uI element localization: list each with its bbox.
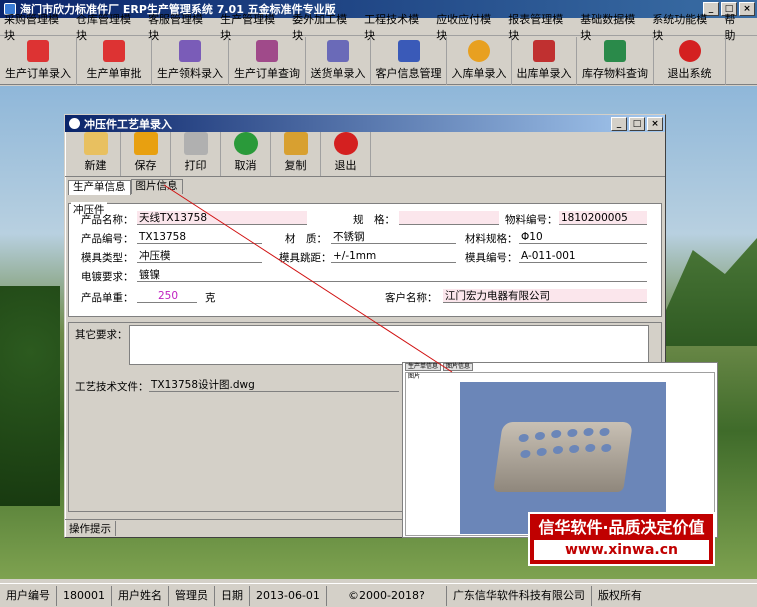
toolbar-inventory-query-button[interactable]: 库存物料查询 <box>577 37 654 85</box>
tab-strip: 生产单信息 图片信息 <box>65 179 665 195</box>
pdf-icon <box>103 40 125 62</box>
tab-image-info[interactable]: 图片信息 <box>130 179 183 194</box>
menu-bar: 采购管理模块 仓库管理模块 客服管理模块 生产管理模块 委外加工模块 工程技术模… <box>0 13 757 42</box>
other-requirements-label: 其它要求： <box>75 329 128 341</box>
status-hint: 操作提示 <box>65 521 116 536</box>
cancel-button[interactable]: 取消 <box>221 132 271 176</box>
toolbar-approval-button[interactable]: 生产单审批 <box>77 37 152 85</box>
copy-button[interactable]: 复制 <box>271 132 321 176</box>
other-requirements-textarea[interactable] <box>129 325 649 365</box>
weight-label: 产品单重： <box>81 292 134 304</box>
date-value: 2013-06-01 <box>250 585 327 606</box>
folder-icon <box>283 132 308 155</box>
save-button[interactable]: 保存 <box>121 132 171 176</box>
mold-distance-label: 模具跳距： <box>279 252 332 264</box>
user-name-value: 管理员 <box>169 585 215 606</box>
child-close-button[interactable]: × <box>647 117 663 131</box>
mold-type-field[interactable]: 冲压模 <box>137 249 262 263</box>
main-status-bar: 用户编号 180001 用户姓名 管理员 日期 2013-06-01 ©2000… <box>0 583 757 607</box>
refresh-icon <box>233 132 258 155</box>
toolbar-material-entry-button[interactable]: 生产领料录入 <box>152 37 229 85</box>
mountain-scenery <box>650 238 757 346</box>
feather-icon <box>327 40 349 62</box>
print-button[interactable]: 打印 <box>171 132 221 176</box>
notepad-icon <box>83 132 108 155</box>
toolbar-stock-in-button[interactable]: 入库单录入 <box>447 37 512 85</box>
child-toolbar: 新建 保存 打印 取消 复制 退出 <box>65 132 665 177</box>
material-spec-label: 材料规格： <box>465 233 518 245</box>
product-name-label: 产品名称： <box>81 214 134 226</box>
popup-image-label: 图片 <box>408 373 421 380</box>
child-title: 冲压件工艺单录入 <box>84 117 172 131</box>
tech-file-label: 工艺技术文件： <box>75 381 149 393</box>
feather-icon <box>604 40 626 62</box>
mold-type-label: 模具类型： <box>81 252 134 264</box>
feather-icon <box>256 40 278 62</box>
tech-file-field[interactable]: TX13758设计图.dwg <box>149 378 399 392</box>
user-no-value: 180001 <box>57 585 112 606</box>
spec-field[interactable] <box>399 211 499 225</box>
tab-production-info[interactable]: 生产单信息 <box>68 180 131 195</box>
feather-icon <box>533 40 555 62</box>
feather-icon <box>179 40 201 62</box>
toolbar-customer-info-button[interactable]: 客户信息管理 <box>371 37 447 85</box>
mold-distance-field[interactable]: +/-1mm <box>331 249 456 263</box>
plating-field[interactable]: 镀镍 <box>137 268 647 282</box>
date-label: 日期 <box>215 585 250 606</box>
new-button[interactable]: 新建 <box>71 132 121 176</box>
material-field[interactable]: 不锈钢 <box>331 230 456 244</box>
child-title-bar: 冲压件工艺单录入 _ □ × <box>65 115 665 132</box>
toolbar-exit-button[interactable]: 退出系统 <box>654 37 726 85</box>
user-no-label: 用户编号 <box>0 585 57 606</box>
product-code-label: 产品编号： <box>81 233 134 245</box>
toolbar-stock-out-button[interactable]: 出库单录入 <box>512 37 577 85</box>
customer-field[interactable]: 江门宏力电器有限公司 <box>443 289 647 303</box>
plating-label: 电镀要求： <box>81 271 134 283</box>
popup-tab-image[interactable]: 图片信息 <box>443 363 474 371</box>
tree-scenery <box>0 286 60 506</box>
book-icon <box>397 40 420 62</box>
popup-tabs: 生产单信息 图片信息 <box>403 363 717 371</box>
power-icon <box>678 40 701 62</box>
promo-banner[interactable]: 信华软件·品质决定价值 www.xinwa.cn <box>528 512 715 566</box>
weight-unit: 克 <box>205 292 216 304</box>
promo-slogan: 信华软件·品质决定价值 <box>538 518 705 537</box>
rights-text: 版权所有 <box>597 588 642 602</box>
product-name-field[interactable]: 天线TX13758 <box>137 211 307 225</box>
window-icon <box>69 118 80 129</box>
mold-no-field[interactable]: A-011-001 <box>519 249 647 263</box>
pdf-icon <box>27 40 49 62</box>
user-name-label: 用户姓名 <box>112 585 169 606</box>
material-no-field[interactable]: 1810200005 <box>559 211 647 225</box>
customer-label: 客户名称： <box>385 292 438 304</box>
weight-field[interactable]: 250 <box>137 289 197 303</box>
toolbar-order-entry-button[interactable]: 生产订单录入 <box>0 37 77 85</box>
material-label: 材 质： <box>285 233 327 245</box>
company-name: 广东信华软件科技有限公司 <box>447 585 592 606</box>
product-code-field[interactable]: TX13758 <box>137 230 262 244</box>
material-spec-field[interactable]: Φ10 <box>519 230 647 244</box>
main-toolbar: 生产订单录入 生产单审批 生产领料录入 生产订单查询 送货单录入 客户信息管理 … <box>0 37 757 85</box>
spec-label: 规 格： <box>353 214 395 226</box>
flower-icon <box>468 40 490 62</box>
printer-icon <box>183 132 208 155</box>
promo-url: www.xinwa.cn <box>534 540 709 560</box>
mold-no-label: 模具编号： <box>465 252 518 264</box>
toolbar-order-query-button[interactable]: 生产订单查询 <box>229 37 306 85</box>
material-no-label: 物料编号： <box>505 214 558 226</box>
product-form: 冲压件 产品名称： 天线TX13758 规 格： 物料编号： 181020000… <box>68 202 662 317</box>
popup-tab-production[interactable]: 生产单信息 <box>405 363 442 371</box>
power-icon <box>333 132 358 155</box>
child-minimize-button[interactable]: _ <box>611 117 627 131</box>
floppy-icon <box>133 132 158 155</box>
toolbar-delivery-entry-button[interactable]: 送货单录入 <box>306 37 371 85</box>
stamped-part-image <box>493 422 633 492</box>
copyright-text: ©2000-2018? <box>327 585 447 606</box>
child-maximize-button[interactable]: □ <box>629 117 645 131</box>
exit-button[interactable]: 退出 <box>321 132 371 176</box>
